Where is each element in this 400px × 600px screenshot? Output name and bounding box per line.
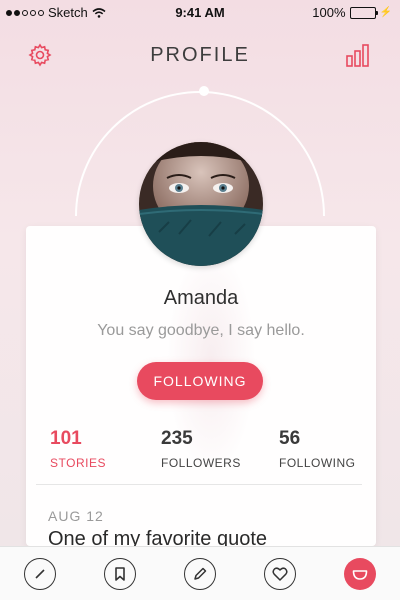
battery-percent: 100% bbox=[312, 5, 346, 20]
bookmark-icon bbox=[115, 567, 125, 581]
following-button[interactable]: FOLLOWING bbox=[137, 362, 263, 400]
stat-followers[interactable]: 235 FOLLOWERS bbox=[161, 428, 241, 470]
page-title: PROFILE bbox=[150, 44, 250, 66]
heart-icon bbox=[272, 567, 288, 581]
stat-following[interactable]: 56 FOLLOWING bbox=[279, 428, 356, 470]
stat-label: FOLLOWERS bbox=[161, 456, 241, 470]
stat-stories[interactable]: 101 STORIES bbox=[50, 428, 106, 470]
tab-profile[interactable] bbox=[344, 558, 376, 590]
slash-circle-icon bbox=[35, 569, 45, 579]
status-right: 100% ⚡ bbox=[312, 5, 392, 20]
stat-value: 101 bbox=[50, 428, 82, 449]
tab-feed[interactable] bbox=[24, 558, 56, 590]
divider bbox=[36, 484, 362, 485]
smile-icon bbox=[352, 570, 368, 580]
pencil-icon bbox=[194, 567, 207, 580]
stats-row: 101 STORIES 235 FOLLOWERS 56 FOLLOWING bbox=[26, 428, 376, 478]
tab-bar bbox=[0, 546, 400, 600]
stat-label: FOLLOWING bbox=[279, 456, 356, 470]
stat-value: 56 bbox=[279, 428, 301, 449]
stats-button[interactable] bbox=[344, 41, 372, 69]
bar-chart-icon bbox=[346, 44, 369, 67]
avatar-portrait bbox=[139, 142, 263, 266]
tab-bookmarks[interactable] bbox=[104, 558, 136, 590]
avatar[interactable] bbox=[139, 142, 263, 266]
charging-bolt-icon: ⚡ bbox=[379, 7, 392, 18]
user-bio: You say goodbye, I say hello. bbox=[97, 322, 305, 339]
post-date: AUG 12 bbox=[48, 508, 104, 524]
battery-icon bbox=[349, 6, 378, 19]
tab-likes[interactable] bbox=[264, 558, 296, 590]
status-bar: Sketch 9:41 AM 100% ⚡ bbox=[0, 0, 400, 26]
stat-label: STORIES bbox=[50, 456, 106, 470]
tab-write[interactable] bbox=[184, 558, 216, 590]
user-name: Amanda bbox=[163, 287, 239, 309]
stat-value: 235 bbox=[161, 428, 193, 449]
header: PROFILE bbox=[0, 36, 400, 72]
